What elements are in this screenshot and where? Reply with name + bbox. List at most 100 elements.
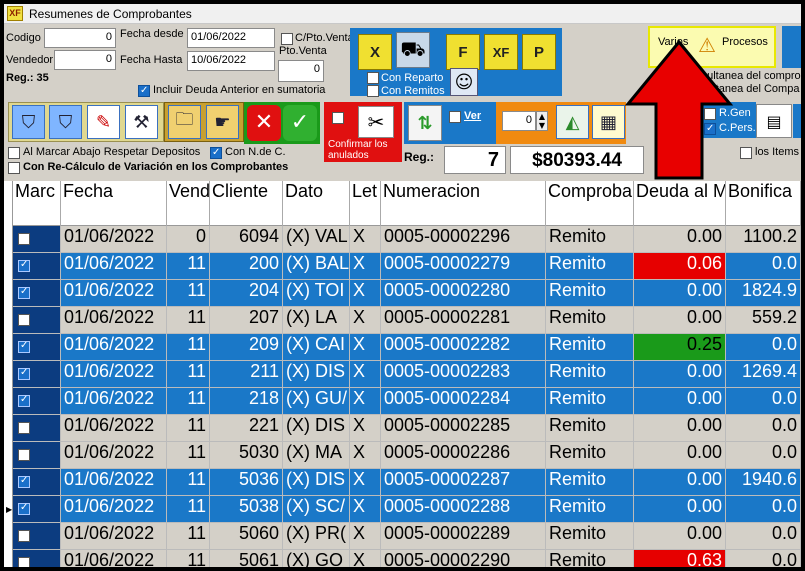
select-filter-button[interactable]: ⛉ [49, 105, 82, 139]
print-xf-button[interactable]: XF [484, 34, 518, 70]
vendedor-input[interactable]: 0 [54, 50, 116, 70]
select-all-button[interactable]: ⛉ [12, 105, 45, 139]
al-marcar-checkbox[interactable] [8, 147, 20, 159]
incluir-deuda-checkbox[interactable] [138, 85, 150, 97]
row-mark-checkbox[interactable] [18, 530, 30, 542]
hand-button[interactable]: ☛ [206, 105, 239, 139]
cell-marc[interactable] [13, 496, 61, 523]
table-row[interactable]: 01/06/2022 11 221 (X) DIS X 0005-00002285 Remi… [13, 415, 801, 442]
table-row[interactable]: 01/06/2022115038(X) SC/X0005-00002288Rem… [13, 496, 801, 523]
row-mark-checkbox[interactable] [18, 233, 30, 245]
row-mark-checkbox[interactable] [18, 449, 30, 461]
table-row[interactable]: 01/06/2022115036(X) DISX0005-00002287Rem… [13, 469, 801, 496]
cell-dato: (X) GU/ [283, 388, 350, 415]
forklift-icon[interactable]: ⛟ [396, 32, 430, 68]
table-row[interactable]: 01/06/2022 11 5060 (X) PR(X 0005-00002289 Rem… [13, 523, 801, 550]
fecha-hasta-input[interactable]: 10/06/2022 [187, 51, 275, 71]
print-p-button[interactable]: P [522, 34, 556, 70]
col-header-dato[interactable]: Dato [283, 181, 350, 226]
cell-marc[interactable] [13, 226, 61, 253]
user-icon[interactable]: ☺ [450, 68, 478, 96]
cell-marc[interactable] [13, 523, 61, 550]
row-mark-checkbox[interactable] [18, 367, 30, 380]
cell-deuda: 0.00 [634, 307, 726, 334]
table-row[interactable]: 01/06/202211209(X) CAIX0005-00002282Remi… [13, 334, 801, 361]
fecha-desde-input[interactable]: 01/06/2022 [187, 28, 275, 48]
cell-marc[interactable] [13, 280, 61, 307]
col-header-vend[interactable]: Vend [167, 181, 210, 226]
clean-marks-button[interactable]: ✎ [87, 105, 120, 139]
print-x-button[interactable]: X [358, 34, 392, 70]
cell-marc[interactable] [13, 253, 61, 280]
side-tool-button[interactable] [782, 26, 801, 68]
col-header-let[interactable]: Let [350, 181, 381, 226]
folder-button[interactable]: 🗀 [168, 105, 201, 139]
table-row[interactable]: 01/06/202211204(X) TOIX0005-00002280Remi… [13, 280, 801, 307]
col-header-fecha[interactable]: Fecha [61, 181, 167, 226]
calculator-button[interactable]: ▦ [592, 105, 625, 139]
col-header-deuda[interactable]: Deuda al M [634, 181, 726, 226]
cell-comprobante: Remito [546, 496, 634, 523]
cell-dato: (X) GO [283, 550, 350, 567]
title-bar[interactable]: XF Resumenes de Comprobantes [4, 4, 801, 24]
cell-bonifica: 559.2 [726, 307, 801, 334]
table-row[interactable]: 01/06/2022 0 6094 (X) VAL X 0005-00002296 Remi… [13, 226, 801, 253]
los-items-checkbox[interactable] [740, 147, 752, 159]
row-mark-checkbox[interactable] [18, 286, 30, 299]
table-row[interactable]: 01/06/202211211(X) DISX0005-00002283Remi… [13, 361, 801, 388]
sort-button[interactable]: ⇅ [408, 105, 442, 141]
col-header-cliente[interactable]: Cliente [210, 181, 283, 226]
app-logo-icon: XF [7, 6, 23, 21]
col-header-numeracion[interactable]: Numeracion [381, 181, 546, 226]
cell-bonifica: 0.0 [726, 496, 801, 523]
row-mark-checkbox[interactable] [18, 259, 30, 272]
con-nde-checkbox[interactable] [210, 147, 222, 159]
table-row[interactable]: 01/06/202211218(X) GU/X0005-00002284Remi… [13, 388, 801, 415]
recalculo-checkbox[interactable] [8, 162, 20, 174]
arrow-shape [624, 40, 734, 180]
row-mark-checkbox[interactable] [18, 475, 30, 488]
table-row[interactable]: 01/06/2022 11 5061 (X) GO X 0005-00002290 Remi… [13, 550, 801, 567]
row-mark-checkbox[interactable] [18, 314, 30, 326]
cell-marc[interactable] [13, 415, 61, 442]
print-f-button[interactable]: F [446, 34, 480, 70]
scissors-button[interactable]: ✂ [358, 106, 394, 138]
cell-marc[interactable] [13, 334, 61, 361]
cell-marc[interactable] [13, 361, 61, 388]
accept-button[interactable]: ✓ [283, 105, 317, 141]
worker-button[interactable]: ⚒ [125, 105, 158, 139]
cell-marc[interactable] [13, 442, 61, 469]
row-mark-checkbox[interactable] [18, 340, 30, 353]
cell-marc[interactable] [13, 388, 61, 415]
cell-marc[interactable] [13, 550, 61, 567]
spin-stepper[interactable]: ▲ ▼ [536, 111, 548, 131]
codigo-input[interactable]: 0 [44, 28, 116, 48]
row-mark-checkbox[interactable] [18, 557, 30, 567]
row-mark-checkbox[interactable] [18, 502, 30, 515]
cell-marc[interactable] [13, 469, 61, 496]
confirmar-anulados-checkbox[interactable] [332, 112, 344, 124]
table-row[interactable]: 01/06/2022 11 207 (X) LA X 0005-00002281 Remit… [13, 307, 801, 334]
pto-venta-input[interactable]: 0 [278, 60, 324, 82]
con-reparto-checkbox[interactable] [367, 72, 379, 84]
row-mark-checkbox[interactable] [18, 422, 30, 434]
con-remitos-checkbox[interactable] [367, 85, 379, 97]
row-mark-checkbox[interactable] [18, 394, 30, 407]
cell-cliente: 221 [210, 415, 283, 442]
side-tool-button-2[interactable] [793, 104, 801, 138]
cell-bonifica: 0.0 [726, 550, 801, 567]
col-header-comprobante[interactable]: Comproba [546, 181, 634, 226]
cancel-button[interactable]: ✕ [247, 105, 281, 141]
col-header-bonifica[interactable]: Bonifica [726, 181, 801, 226]
table-row[interactable]: 01/06/2022 11 5030 (X) MA X 0005-00002286 Remi… [13, 442, 801, 469]
recalculo-label: Con Re-Cálculo de Variación en los Compr… [23, 161, 289, 173]
cpto-venta-checkbox[interactable] [281, 33, 293, 45]
cell-marc[interactable] [13, 307, 61, 334]
col-header-marc[interactable]: Marc [13, 181, 61, 226]
ver-checkbox[interactable] [449, 111, 461, 123]
document-button[interactable]: ▤ [756, 104, 792, 138]
table-row[interactable]: 01/06/202211200(X) BALX0005-00002279Remi… [13, 253, 801, 280]
chart-button[interactable]: ◭ [556, 105, 589, 139]
cell-let: X [350, 361, 381, 388]
spin-input[interactable]: 0 [502, 111, 536, 131]
